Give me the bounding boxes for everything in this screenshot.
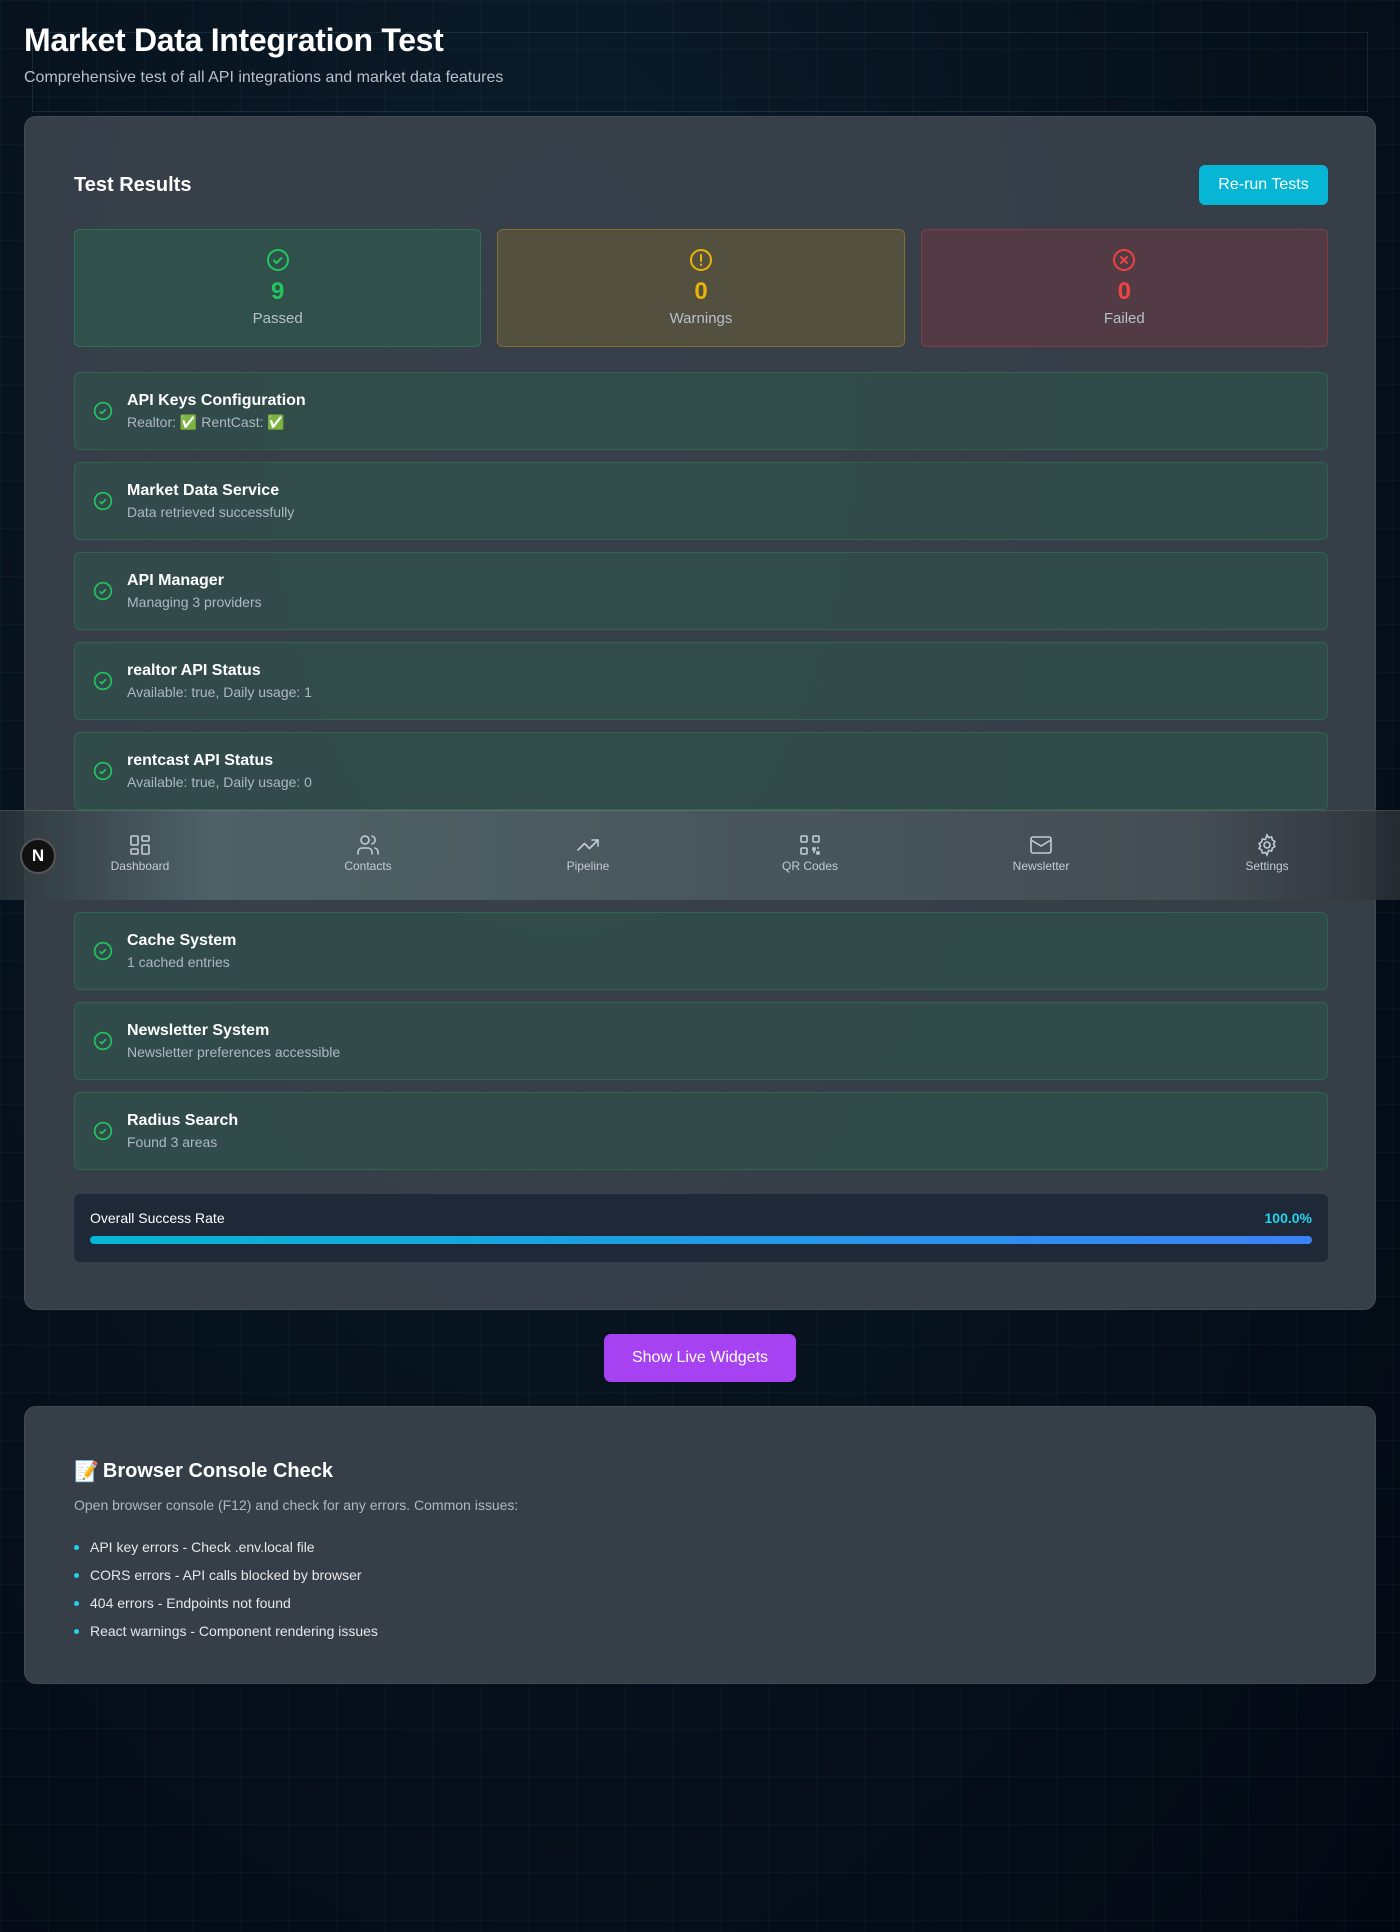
failed-label: Failed	[1103, 310, 1145, 327]
rerun-tests-button[interactable]: Re-run Tests	[1199, 165, 1328, 205]
test-detail: Found 3 areas	[127, 1134, 218, 1150]
stats-row: 9 Passed 0 Warnings 0 Failed	[74, 229, 1328, 347]
test-list: Cache System 1 cached entries Newsletter …	[74, 912, 1328, 1182]
nav-item-settings[interactable]: Settings	[1207, 833, 1327, 873]
test-name: Cache System	[127, 932, 237, 949]
test-item: API Manager Managing 3 providers	[74, 552, 1328, 630]
test-list: API Keys Configuration Realtor: ✅ RentCas…	[74, 372, 1328, 822]
test-detail: Realtor: ✅ RentCast: ✅	[127, 413, 285, 430]
console-title-text: Browser Console Check	[102, 1460, 333, 1482]
console-check-panel: 📝 Browser Console Check Open browser con…	[24, 1406, 1376, 1684]
test-name: API Manager	[127, 572, 224, 589]
check-circle-icon	[266, 249, 289, 271]
check-circle-icon	[93, 401, 113, 421]
passed-label: Passed	[252, 310, 303, 327]
check-circle-icon	[93, 581, 113, 601]
nav-label: Pipeline	[566, 859, 610, 873]
app-logo[interactable]: N	[20, 838, 56, 874]
list-item: API key errors - Check .env.local file	[74, 1533, 378, 1561]
passed-count: 9	[270, 278, 285, 305]
issues-list: API key errors - Check .env.local file C…	[74, 1533, 378, 1645]
warnings-count: 0	[694, 278, 708, 305]
check-circle-icon	[93, 1121, 113, 1141]
test-name: Market Data Service	[127, 482, 280, 499]
success-rate-value: 100.0%	[1264, 1210, 1312, 1226]
test-detail: Newsletter preferences accessible	[127, 1044, 341, 1060]
memo-icon: 📝	[74, 1461, 99, 1483]
test-item: realtor API Status Available: true, Daily…	[74, 642, 1328, 720]
success-rate-box: Overall Success Rate 100.0%	[74, 1194, 1328, 1262]
test-item: rentcast API Status Available: true, Dail…	[74, 732, 1328, 810]
page-title: Market Data Integration Test	[24, 22, 444, 58]
check-circle-icon	[93, 491, 113, 511]
mail-icon	[1030, 836, 1052, 854]
test-results-panel: Test Results Re-run Tests 9 Passed 0 War…	[24, 116, 1376, 1310]
test-name: API Keys Configuration	[127, 391, 306, 409]
nav-label: Contacts	[344, 859, 392, 873]
test-name: Newsletter System	[127, 1022, 270, 1039]
check-circle-icon	[93, 761, 113, 781]
test-detail: 1 cached entries	[127, 954, 230, 970]
test-name: rentcast API Status	[127, 752, 274, 769]
warnings-stat-card: 0 Warnings	[497, 229, 905, 347]
nav-item-dashboard[interactable]: Dashboard	[80, 833, 200, 873]
progress-fill	[90, 1236, 1312, 1244]
failed-count: 0	[1117, 278, 1131, 305]
alert-circle-icon	[689, 249, 712, 271]
x-circle-icon	[1113, 249, 1136, 271]
nav-item-newsletter[interactable]: Newsletter	[981, 833, 1101, 873]
test-detail: Available: true, Daily usage: 1	[127, 684, 312, 700]
page-subtitle: Comprehensive test of all API integratio…	[24, 69, 504, 86]
test-detail: Available: true, Daily usage: 0	[127, 774, 312, 790]
section-title: Test Results	[74, 173, 192, 196]
failed-stat-card: 0 Failed	[920, 229, 1328, 347]
nav-label: QR Codes	[781, 859, 839, 873]
passed-stat-card: 9 Passed	[74, 229, 482, 347]
test-item: Radius Search Found 3 areas	[74, 1092, 1328, 1170]
test-name: Radius Search	[127, 1112, 239, 1129]
test-item: Cache System 1 cached entries	[74, 912, 1328, 990]
nav-item-qr-codes[interactable]: QR Codes	[750, 833, 870, 873]
results-header: Test Results Re-run Tests	[74, 165, 1328, 205]
trending-up-icon	[577, 839, 599, 851]
nav-label: Newsletter	[1012, 859, 1070, 873]
bottom-nav-bar: N Dashboard Contacts Pipeline QR Codes N…	[0, 810, 1400, 900]
nav-item-contacts[interactable]: Contacts	[308, 833, 428, 873]
test-item: Market Data Service Data retrieved succes…	[74, 462, 1328, 540]
show-live-widgets-button[interactable]: Show Live Widgets	[604, 1334, 796, 1382]
test-name: realtor API Status	[127, 662, 261, 679]
test-item: Newsletter System Newsletter preferences …	[74, 1002, 1328, 1080]
console-description: Open browser console (F12) and check for…	[74, 1497, 519, 1513]
check-circle-icon	[93, 941, 113, 961]
success-rate-label: Overall Success Rate	[90, 1210, 225, 1226]
page-header: Market Data Integration Test Comprehensi…	[24, 22, 503, 87]
list-item: CORS errors - API calls blocked by brows…	[74, 1561, 378, 1589]
dashboard-icon	[130, 835, 150, 855]
gear-icon	[1258, 833, 1276, 857]
console-title: 📝 Browser Console Check	[74, 1459, 333, 1484]
qr-code-icon	[800, 835, 820, 855]
check-circle-icon	[93, 1031, 113, 1051]
list-item: React warnings - Component rendering iss…	[74, 1617, 378, 1645]
contacts-icon	[357, 835, 379, 855]
nav-item-pipeline[interactable]: Pipeline	[528, 833, 648, 873]
nav-label: Dashboard	[110, 859, 170, 873]
test-item: API Keys Configuration Realtor: ✅ RentCas…	[74, 372, 1328, 450]
nav-label: Settings	[1245, 859, 1289, 873]
test-detail: Managing 3 providers	[127, 594, 262, 610]
test-detail: Data retrieved successfully	[127, 504, 295, 520]
progress-track	[90, 1236, 1312, 1244]
check-circle-icon	[93, 671, 113, 691]
list-item: 404 errors - Endpoints not found	[74, 1589, 378, 1617]
warnings-label: Warnings	[669, 310, 733, 327]
